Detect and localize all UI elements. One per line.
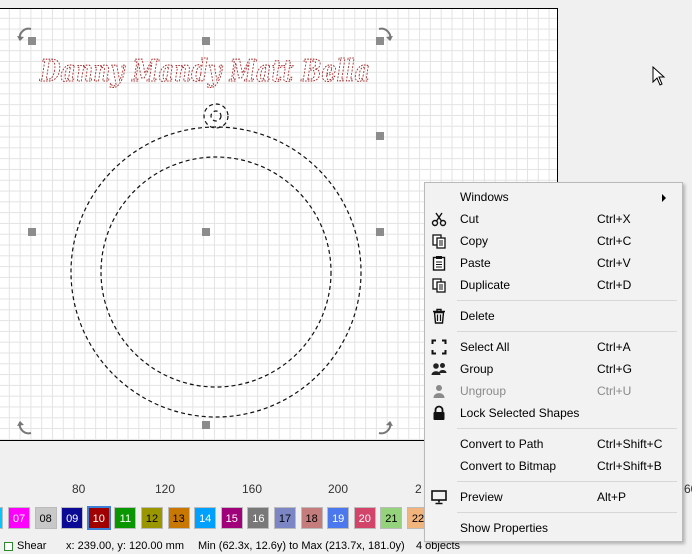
shear-checkbox[interactable]	[4, 542, 13, 551]
select-all-icon	[431, 339, 447, 355]
menu-item-shortcut: Ctrl+C	[597, 234, 632, 248]
menu-item-label: Convert to Path	[460, 437, 544, 451]
menu-item-shortcut: Alt+P	[597, 490, 627, 504]
menu-item-label: Paste	[460, 256, 491, 270]
design-text: Danny Mandy Matt Bella	[39, 54, 370, 89]
menu-item-label: Show Properties	[460, 521, 549, 535]
menu-item-label: Convert to Bitmap	[460, 459, 557, 473]
ruler-label: 80	[72, 482, 86, 496]
menu-item-group[interactable]: Group Ctrl+G	[426, 358, 681, 380]
menu-item-paste[interactable]: Paste Ctrl+V	[426, 252, 681, 274]
ruler-label: 120	[155, 482, 176, 496]
palette-swatch[interactable]: 21	[380, 507, 403, 529]
monitor-icon	[431, 490, 447, 505]
menu-item-duplicate[interactable]: Duplicate Ctrl+D	[426, 274, 681, 296]
menu-item-label: Cut	[460, 212, 479, 226]
menu-item-label: Windows	[460, 190, 509, 204]
menu-separator	[457, 481, 677, 482]
palette-swatch[interactable]: 08	[34, 507, 57, 529]
menu-item-delete[interactable]: Delete	[426, 305, 681, 327]
selection-handle-bottom-center[interactable]	[202, 421, 210, 429]
palette-swatch[interactable]: 09	[61, 507, 84, 529]
palette-swatch[interactable]: 18	[300, 507, 323, 529]
selection-handle-middle-right[interactable]	[376, 228, 384, 236]
menu-item-label: Delete	[460, 309, 495, 323]
menu-item-ungroup[interactable]: Ungroup Ctrl+U	[426, 380, 681, 402]
ruler-label: 160	[242, 482, 263, 496]
palette-swatch[interactable]: 16	[247, 507, 270, 529]
menu-item-convert-to-bitmap[interactable]: Convert to Bitmap Ctrl+Shift+B	[426, 455, 681, 477]
scissors-icon	[431, 212, 447, 227]
rotate-handle-top-right-icon[interactable]	[374, 25, 394, 45]
palette-swatch[interactable]: 17	[274, 507, 296, 529]
menu-item-windows[interactable]: Windows	[426, 186, 681, 208]
rotate-handle-top-left-icon[interactable]	[16, 25, 36, 45]
menu-item-shortcut: Ctrl+Shift+C	[597, 437, 663, 451]
menu-separator	[457, 300, 677, 301]
hanger-hole-shape	[210, 110, 222, 122]
menu-item-lock-selected-shapes[interactable]: Lock Selected Shapes	[426, 402, 681, 424]
trash-icon	[433, 308, 445, 324]
palette-swatch[interactable]: 19	[327, 507, 350, 529]
menu-item-select-all[interactable]: Select All Ctrl+A	[426, 336, 681, 358]
menu-item-shortcut: Ctrl+U	[597, 384, 632, 398]
palette-swatch[interactable]: 12	[141, 507, 163, 529]
menu-item-label: Ungroup	[460, 384, 507, 398]
mouse-cursor-icon	[652, 66, 666, 86]
copy-icon	[432, 234, 446, 249]
palette-swatch[interactable]: 20	[353, 507, 376, 529]
menu-separator	[457, 428, 677, 429]
menu-item-label: Duplicate	[460, 278, 511, 292]
menu-item-label: Select All	[460, 340, 510, 354]
menu-item-convert-to-path[interactable]: Convert to Path Ctrl+Shift+C	[426, 433, 681, 455]
palette-swatch[interactable]: 13	[167, 507, 190, 529]
context-menu: Windows Cut Ctrl+X Copy Ctrl+C Paste Ctr…	[424, 182, 683, 542]
selection-handle-right-upper[interactable]	[376, 132, 384, 140]
palette-swatch[interactable]: 07	[8, 507, 30, 529]
menu-item-shortcut: Ctrl+V	[597, 256, 631, 270]
duplicate-icon	[432, 278, 446, 293]
selection-handle-middle-left[interactable]	[28, 228, 36, 236]
palette-swatch[interactable]: 14	[194, 507, 217, 529]
lock-icon	[433, 405, 445, 420]
menu-item-label: Lock Selected Shapes	[460, 406, 580, 420]
submenu-arrow-icon	[662, 194, 666, 202]
menu-separator	[457, 512, 677, 513]
palette-swatch[interactable]: 11	[114, 507, 137, 529]
color-palette: 07 08 09 10 11 12 13 14 15 16 17 18 19 20 21 22	[0, 506, 430, 531]
menu-item-show-properties[interactable]: Show Properties	[426, 517, 681, 539]
menu-item-shortcut: Ctrl+G	[597, 362, 633, 376]
rotate-handle-bottom-left-icon[interactable]	[16, 417, 36, 437]
shear-label: Shear	[17, 540, 47, 552]
palette-swatch-partial[interactable]	[0, 507, 3, 529]
menu-separator	[457, 331, 677, 332]
selection-handle-center[interactable]	[202, 228, 210, 236]
ruler-label: 2	[415, 482, 422, 496]
menu-item-label: Preview	[460, 490, 503, 504]
menu-item-cut[interactable]: Cut Ctrl+X	[426, 208, 681, 230]
ungroup-icon	[433, 385, 445, 398]
selection-bounds: Min (62.3x, 12.6y) to Max (213.7x, 181.0…	[198, 540, 405, 552]
menu-item-preview[interactable]: Preview Alt+P	[426, 486, 681, 508]
outer-ring-shape	[70, 126, 362, 418]
palette-swatch[interactable]: 10	[86, 506, 111, 530]
selection-handle-top-center[interactable]	[202, 37, 210, 45]
clipboard-icon	[432, 256, 446, 271]
menu-item-shortcut: Ctrl+X	[597, 212, 631, 226]
hanger-loop-shape	[203, 103, 229, 129]
ruler-label: 200	[328, 482, 349, 496]
ruler-label: 60	[684, 482, 692, 496]
rotate-handle-bottom-right-icon[interactable]	[374, 417, 394, 437]
menu-item-label: Group	[460, 362, 494, 376]
menu-item-label: Copy	[460, 234, 489, 248]
menu-item-shortcut: Ctrl+Shift+B	[597, 459, 662, 473]
menu-item-shortcut: Ctrl+A	[597, 340, 631, 354]
menu-item-copy[interactable]: Copy Ctrl+C	[426, 230, 681, 252]
palette-swatch[interactable]: 15	[220, 507, 243, 529]
inner-ring-shape	[100, 156, 332, 388]
group-icon	[431, 363, 447, 375]
menu-item-shortcut: Ctrl+D	[597, 278, 632, 292]
cursor-coordinates: x: 239.00, y: 120.00 mm	[66, 540, 185, 552]
